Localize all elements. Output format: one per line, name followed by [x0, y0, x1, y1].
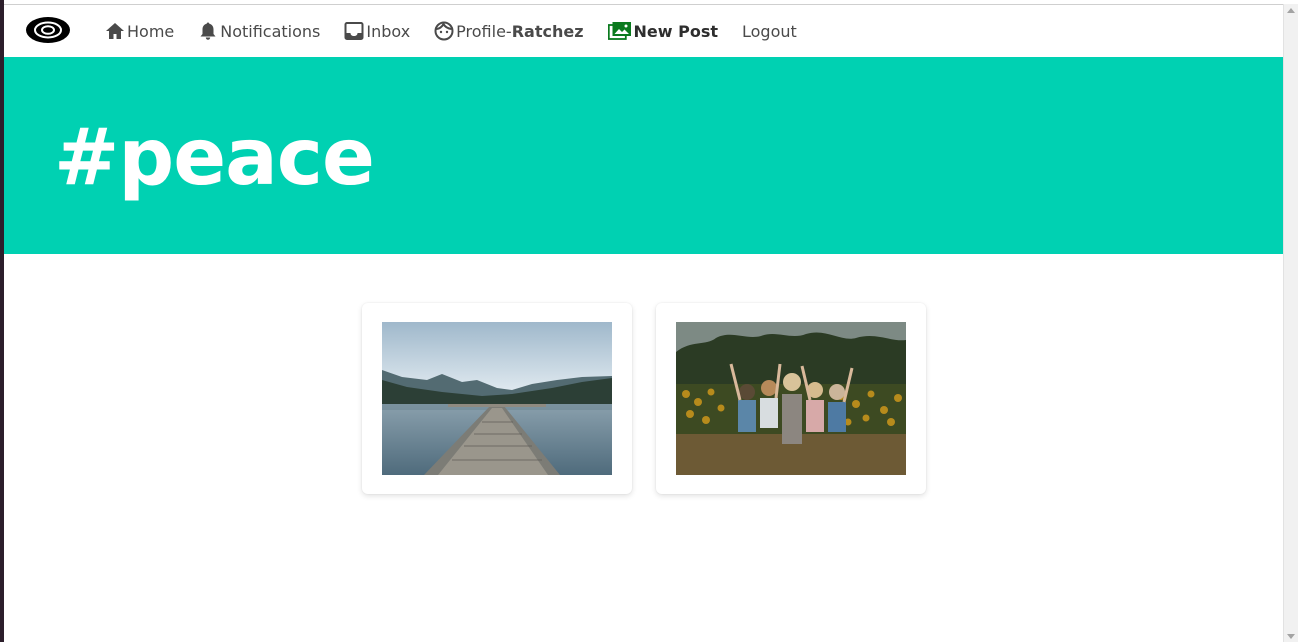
hashtag-hero: #peace [4, 57, 1283, 254]
scroll-up-icon[interactable] [1287, 8, 1295, 13]
nav-new-post-label: New Post [633, 21, 718, 41]
nav-home[interactable]: Home [105, 21, 174, 41]
nav-inbox-label: Inbox [366, 21, 411, 41]
nav-inbox[interactable]: Inbox [344, 21, 410, 41]
nav-notifications[interactable]: Notifications [198, 21, 320, 41]
nav-profile[interactable]: Profile- Ratchez [434, 21, 584, 41]
post-card[interactable] [656, 303, 926, 494]
browser-viewport: Home Notifications Inbox Profile- Ratchez [0, 0, 1298, 642]
scroll-down-icon[interactable] [1287, 634, 1295, 639]
lake-dock-photo[interactable] [382, 322, 612, 475]
nav-logout[interactable]: Logout [742, 22, 797, 41]
home-icon [105, 21, 125, 41]
sunflower-friends-photo[interactable] [676, 322, 906, 475]
nav-profile-prefix: Profile- [456, 21, 512, 41]
nav-logout-label: Logout [742, 21, 797, 41]
image-upload-icon [607, 21, 632, 41]
face-icon [434, 21, 454, 41]
bell-icon [198, 21, 218, 41]
navbar: Home Notifications Inbox Profile- Ratchez [4, 5, 1283, 57]
nav-profile-username: Ratchez [511, 21, 584, 41]
hashtag-title: #peace [54, 113, 375, 203]
nav-menu: Home Notifications Inbox Profile- Ratchez [105, 5, 821, 57]
inbox-icon [344, 21, 364, 41]
logo-eye-icon[interactable] [26, 16, 70, 44]
nav-home-label: Home [127, 21, 175, 41]
vertical-scrollbar[interactable] [1283, 4, 1298, 642]
nav-notifications-label: Notifications [220, 21, 321, 41]
post-card[interactable] [362, 303, 632, 494]
nav-new-post[interactable]: New Post [607, 21, 718, 41]
